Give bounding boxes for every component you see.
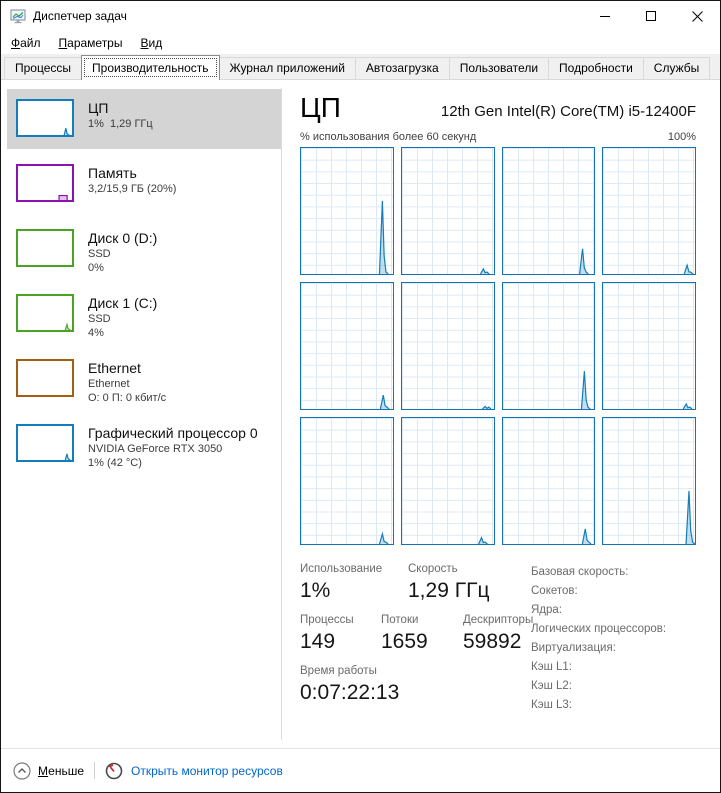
detail-label: Базовая скорость: bbox=[531, 566, 629, 578]
tab-bar: Процессы Производительность Журнал приложе… bbox=[1, 54, 720, 80]
graph-caption: % использования более 60 секунд bbox=[300, 131, 477, 143]
detail-label: Сокетов: bbox=[531, 585, 578, 597]
core-graph-11[interactable] bbox=[501, 417, 596, 545]
tab-processes[interactable]: Процессы bbox=[4, 57, 83, 79]
core-graph-5[interactable] bbox=[300, 282, 394, 410]
detail-label: Кэш L2: bbox=[531, 680, 572, 692]
window-title: Диспетчер задач bbox=[33, 9, 127, 23]
app-icon bbox=[10, 9, 26, 24]
maximize-icon bbox=[646, 11, 656, 21]
close-button[interactable] bbox=[674, 1, 720, 31]
usage-value: 1% bbox=[300, 579, 331, 602]
detail-label: Ядра: bbox=[531, 604, 563, 616]
sidebar-item-title: Ethernet bbox=[88, 360, 141, 376]
gpu-mini-graph bbox=[16, 424, 74, 462]
fewer-details-button[interactable]: Меньше bbox=[38, 764, 84, 778]
resource-monitor-icon bbox=[105, 762, 123, 780]
sidebar-item-disk0[interactable]: Диск 0 (D:) SSD 0% bbox=[7, 219, 281, 279]
core-graph-9[interactable] bbox=[300, 417, 394, 545]
cpu-model: 12th Gen Intel(R) Core(TM) i5-12400F bbox=[440, 103, 696, 120]
sidebar-item-memory[interactable]: Память 3,2/15,9 ГБ (20%) bbox=[7, 154, 281, 214]
cpu-mini-graph bbox=[16, 99, 74, 137]
menu-options[interactable]: Параметры bbox=[50, 34, 132, 52]
speed-label: Скорость bbox=[408, 563, 458, 575]
uptime-label: Время работы bbox=[300, 665, 377, 677]
menu-file[interactable]: Файл bbox=[2, 34, 50, 52]
sidebar-item-title: Память bbox=[88, 165, 137, 181]
core-graph-10[interactable] bbox=[400, 417, 495, 545]
sidebar-item-detail: 4% bbox=[88, 327, 104, 339]
speed-value: 1,29 ГГц bbox=[408, 579, 490, 602]
threads-label: Потоки bbox=[381, 614, 419, 626]
performance-sidebar: ЦП 1% 1,29 ГГц Память 3,2/15,9 ГБ (20%) Диск… bbox=[1, 80, 281, 748]
detail-label: Логических процессоров: bbox=[531, 623, 667, 635]
core-graph-12[interactable] bbox=[602, 417, 696, 545]
close-icon bbox=[691, 10, 703, 22]
cpu-details: Базовая скорость: Сокетов: Ядра: Логических… bbox=[531, 563, 666, 716]
minimize-icon bbox=[600, 16, 610, 17]
cpu-stats: Использование 1% Скорость 1,29 ГГц Проце… bbox=[300, 563, 534, 716]
minimize-button[interactable] bbox=[582, 1, 628, 31]
core-graph-7[interactable] bbox=[501, 282, 596, 410]
sidebar-item-ethernet[interactable]: Ethernet Ethernet О: 0 П: 0 кбит/с bbox=[7, 349, 281, 409]
sidebar-item-detail: 1% (42 °C) bbox=[88, 457, 142, 469]
core-graph-1[interactable] bbox=[300, 147, 394, 275]
sidebar-item-title: ЦП bbox=[88, 100, 109, 116]
sidebar-item-title: Диск 1 (C:) bbox=[88, 295, 158, 311]
disk0-mini-graph bbox=[16, 229, 74, 267]
title-bar: Диспетчер задач bbox=[1, 1, 720, 31]
processes-value: 149 bbox=[300, 630, 336, 653]
handles-value: 59892 bbox=[463, 630, 522, 653]
sidebar-item-detail: 1% 1,29 ГГц bbox=[88, 118, 153, 130]
panel-title: ЦП bbox=[300, 92, 341, 123]
sidebar-item-title: Диск 0 (D:) bbox=[88, 230, 158, 246]
graph-max-label: 100% bbox=[667, 131, 696, 143]
menu-bar: Файл Параметры Вид bbox=[1, 31, 720, 54]
core-graph-3[interactable] bbox=[501, 147, 596, 275]
task-manager-window: Диспетчер задач Файл Параметры Вид Процесс… bbox=[0, 0, 721, 793]
ethernet-mini-graph bbox=[16, 359, 74, 397]
open-resource-monitor-link[interactable]: Открыть монитор ресурсов bbox=[131, 764, 283, 778]
sidebar-item-disk1[interactable]: Диск 1 (C:) SSD 4% bbox=[7, 284, 281, 344]
sidebar-item-detail: Ethernet bbox=[88, 378, 130, 390]
detail-label: Кэш L3: bbox=[531, 699, 572, 711]
core-graph-4[interactable] bbox=[602, 147, 696, 275]
maximize-button[interactable] bbox=[628, 1, 674, 31]
disk1-mini-graph bbox=[16, 294, 74, 332]
footer-bar: Меньше Открыть монитор ресурсов bbox=[1, 748, 720, 792]
sidebar-item-detail: SSD bbox=[88, 248, 111, 260]
sidebar-item-gpu[interactable]: Графический процессор 0 NVIDIA GeForce RT… bbox=[7, 414, 281, 474]
uptime-value: 0:07:22:13 bbox=[300, 681, 400, 704]
tab-startup[interactable]: Автозагрузка bbox=[354, 57, 450, 79]
detail-label: Виртуализация: bbox=[531, 642, 616, 654]
footer-separator bbox=[94, 762, 95, 779]
sidebar-item-detail: SSD bbox=[88, 313, 111, 325]
sidebar-item-title: Графический процессор 0 bbox=[88, 425, 258, 441]
tab-details[interactable]: Подробности bbox=[548, 57, 644, 79]
tab-app-history[interactable]: Журнал приложений bbox=[218, 57, 356, 79]
chevron-up-circle-icon bbox=[13, 761, 31, 780]
handles-label: Дескрипторы bbox=[463, 614, 534, 626]
processes-label: Процессы bbox=[300, 614, 354, 626]
core-graph-2[interactable] bbox=[400, 147, 495, 275]
detail-label: Кэш L1: bbox=[531, 661, 572, 673]
core-graph-8[interactable] bbox=[602, 282, 696, 410]
sidebar-item-cpu[interactable]: ЦП 1% 1,29 ГГц bbox=[7, 89, 281, 149]
sidebar-item-detail: 0% bbox=[88, 262, 104, 274]
sidebar-item-detail: 3,2/15,9 ГБ (20%) bbox=[88, 183, 177, 195]
tab-services[interactable]: Службы bbox=[642, 57, 711, 79]
sidebar-item-detail: О: 0 П: 0 кбит/с bbox=[88, 392, 167, 404]
menu-view[interactable]: Вид bbox=[131, 34, 171, 52]
core-graph-6[interactable] bbox=[400, 282, 495, 410]
usage-label: Использование bbox=[300, 563, 383, 575]
threads-value: 1659 bbox=[381, 630, 428, 653]
logical-processors-grid bbox=[300, 147, 696, 545]
sidebar-item-detail: NVIDIA GeForce RTX 3050 bbox=[88, 443, 223, 455]
cpu-panel: ЦП 12th Gen Intel(R) Core(TM) i5-12400F … bbox=[282, 80, 720, 748]
tab-performance[interactable]: Производительность bbox=[81, 55, 220, 80]
tab-users[interactable]: Пользователи bbox=[448, 57, 550, 79]
memory-mini-graph bbox=[16, 164, 74, 202]
